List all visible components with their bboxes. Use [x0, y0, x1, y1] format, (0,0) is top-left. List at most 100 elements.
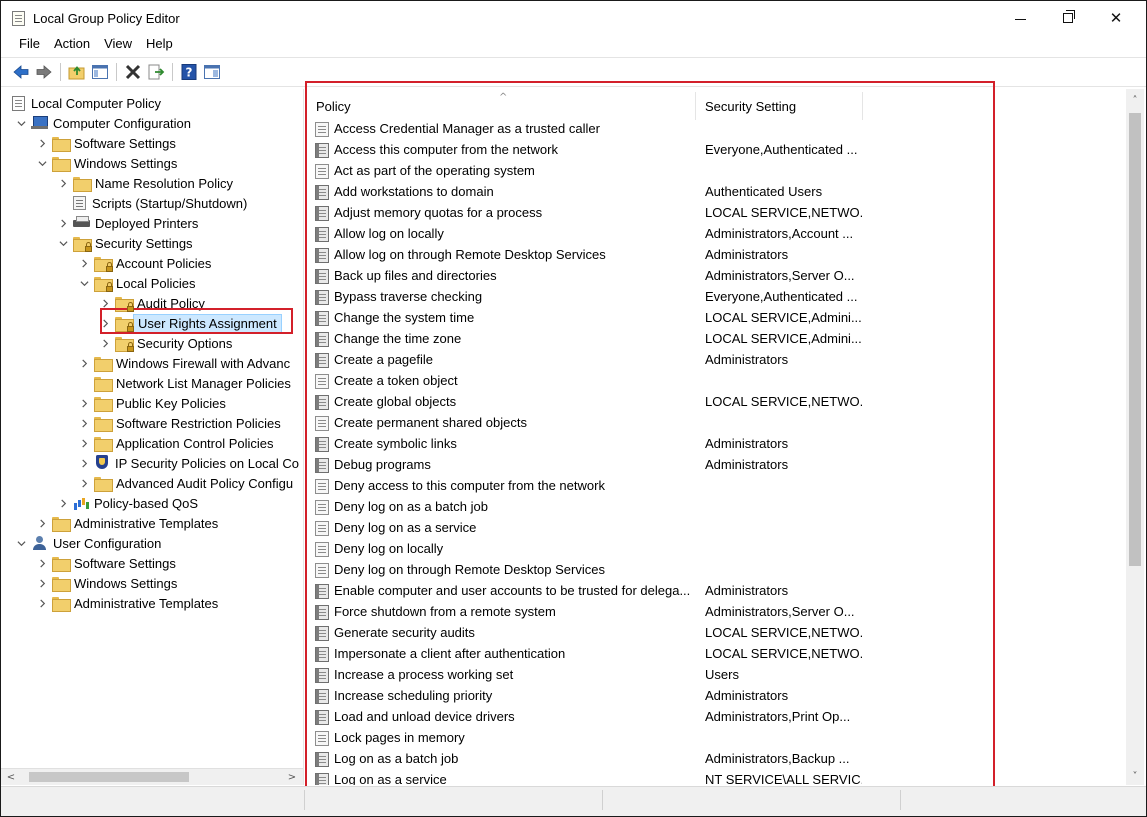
policy-row[interactable]: Allow log on through Remote Desktop Serv…	[304, 245, 1126, 266]
chevron-down-icon[interactable]	[15, 117, 27, 129]
policy-row[interactable]: Create global objects LOCAL SERVICE,NETWO…	[304, 392, 1126, 413]
chevron-right-icon[interactable]	[99, 297, 111, 309]
chevron-right-icon[interactable]	[78, 437, 90, 449]
tree-item[interactable]: Local Computer Policy	[12, 93, 161, 113]
chevron-right-icon[interactable]	[78, 477, 90, 489]
scrollbar-thumb[interactable]	[29, 772, 189, 782]
chevron-down-icon[interactable]	[78, 277, 90, 289]
policy-row[interactable]: Debug programs Administrators	[304, 455, 1126, 476]
policy-row[interactable]: Create symbolic links Administrators	[304, 434, 1126, 455]
policy-row[interactable]: Deny access to this computer from the ne…	[304, 476, 1126, 497]
column-header-policy[interactable]: Policy	[307, 92, 696, 120]
menu-help[interactable]: Help	[139, 33, 180, 55]
restore-button[interactable]	[1045, 5, 1091, 31]
policy-row[interactable]: Change the time zone LOCAL SERVICE,Admini…	[304, 329, 1126, 350]
policy-row[interactable]: Log on as a service NT SERVICE\ALL SERVIC…	[304, 770, 1126, 785]
back-button[interactable]	[11, 62, 31, 82]
policy-row[interactable]: Allow log on locally Administrators,Accou…	[304, 224, 1126, 245]
tree-item[interactable]: Advanced Audit Policy Configu	[78, 473, 293, 493]
tree-item[interactable]: Software Restriction Policies	[78, 413, 281, 433]
chevron-right-icon[interactable]	[57, 217, 69, 229]
chevron-right-icon[interactable]	[36, 597, 48, 609]
minimize-button[interactable]	[997, 5, 1043, 31]
tree-item[interactable]: Windows Firewall with Advanc	[78, 353, 290, 373]
chevron-right-icon[interactable]	[78, 357, 90, 369]
scroll-up-icon[interactable]: ˄	[1128, 93, 1142, 107]
tree-item[interactable]: Deployed Printers	[57, 213, 198, 233]
properties-pane-button[interactable]	[202, 62, 222, 82]
tree-item[interactable]: Security Options	[99, 333, 232, 353]
policy-row[interactable]: Generate security audits LOCAL SERVICE,NE…	[304, 623, 1126, 644]
chevron-right-icon[interactable]	[36, 137, 48, 149]
policy-row[interactable]: Back up files and directories Administrat…	[304, 266, 1126, 287]
chevron-down-icon[interactable]	[15, 537, 27, 549]
policy-row[interactable]: Impersonate a client after authenticatio…	[304, 644, 1126, 665]
policy-row[interactable]: Deny log on as a batch job	[304, 497, 1126, 518]
chevron-right-icon[interactable]	[78, 457, 90, 469]
policy-row[interactable]: Deny log on as a service	[304, 518, 1126, 539]
policy-row[interactable]: Create a token object	[304, 371, 1126, 392]
tree-item[interactable]: Administrative Templates	[36, 513, 218, 533]
tree-item[interactable]: Public Key Policies	[78, 393, 226, 413]
policy-row[interactable]: Access this computer from the network Eve…	[304, 140, 1126, 161]
policy-row[interactable]: Access Credential Manager as a trusted c…	[304, 119, 1126, 140]
tree-item[interactable]: Network List Manager Policies	[78, 373, 291, 393]
scroll-right-icon[interactable]: >	[285, 770, 299, 784]
policy-row[interactable]: Load and unload device drivers Administra…	[304, 707, 1126, 728]
up-one-level-button[interactable]	[67, 62, 87, 82]
chevron-down-icon[interactable]	[36, 157, 48, 169]
tree-item[interactable]: Application Control Policies	[78, 433, 274, 453]
tree-item[interactable]: User Rights Assignment	[99, 313, 282, 333]
chevron-right-icon[interactable]	[36, 577, 48, 589]
tree-horizontal-scrollbar[interactable]: < >	[1, 768, 303, 785]
tree-item[interactable]: Software Settings	[36, 553, 176, 573]
chevron-right-icon[interactable]	[78, 257, 90, 269]
tree-item[interactable]: IP Security Policies on Local Co	[78, 453, 299, 473]
scrollbar-thumb[interactable]	[1129, 113, 1141, 566]
help-button[interactable]: ?	[179, 62, 199, 82]
chevron-right-icon[interactable]	[99, 337, 111, 349]
chevron-right-icon[interactable]	[36, 557, 48, 569]
scroll-down-icon[interactable]: ˅	[1128, 769, 1142, 783]
delete-button[interactable]	[123, 62, 143, 82]
tree-item[interactable]: Security Settings	[57, 233, 193, 253]
policy-row[interactable]: Bypass traverse checking Everyone,Authent…	[304, 287, 1126, 308]
policy-row[interactable]: Deny log on through Remote Desktop Servi…	[304, 560, 1126, 581]
tree-item[interactable]: Local Policies	[78, 273, 196, 293]
column-header-security-setting[interactable]: Security Setting	[696, 92, 863, 120]
close-button[interactable]: ✕	[1093, 5, 1139, 31]
menu-view[interactable]: View	[97, 33, 139, 55]
policy-row[interactable]: Enable computer and user accounts to be …	[304, 581, 1126, 602]
tree-item[interactable]: Windows Settings	[36, 573, 177, 593]
policy-row[interactable]: Create a pagefile Administrators	[304, 350, 1126, 371]
tree-item[interactable]: Account Policies	[78, 253, 211, 273]
tree-item[interactable]: Administrative Templates	[36, 593, 218, 613]
policy-row[interactable]: Add workstations to domain Authenticated …	[304, 182, 1126, 203]
tree-item[interactable]: Software Settings	[36, 133, 176, 153]
export-list-button[interactable]	[146, 62, 166, 82]
policy-row[interactable]: Adjust memory quotas for a process LOCAL …	[304, 203, 1126, 224]
chevron-right-icon[interactable]	[78, 417, 90, 429]
policy-row[interactable]: Increase a process working set Users	[304, 665, 1126, 686]
show-hide-tree-button[interactable]	[90, 62, 110, 82]
policy-row[interactable]: Lock pages in memory	[304, 728, 1126, 749]
policy-row[interactable]: Deny log on locally	[304, 539, 1126, 560]
chevron-right-icon[interactable]	[36, 517, 48, 529]
chevron-right-icon[interactable]	[57, 497, 69, 509]
menu-file[interactable]: File	[12, 33, 47, 55]
tree-item[interactable]: Computer Configuration	[15, 113, 191, 133]
policy-row[interactable]: Log on as a batch job Administrators,Back…	[304, 749, 1126, 770]
tree-item[interactable]: User Configuration	[15, 533, 161, 553]
tree-item[interactable]: Audit Policy	[99, 293, 205, 313]
menu-action[interactable]: Action	[47, 33, 97, 55]
forward-button[interactable]	[34, 62, 54, 82]
tree-item[interactable]: Scripts (Startup/Shutdown)	[57, 193, 247, 213]
policy-row[interactable]: Force shutdown from a remote system Admin…	[304, 602, 1126, 623]
list-vertical-scrollbar[interactable]: ˄ ˅	[1126, 89, 1144, 785]
policy-row[interactable]: Change the system time LOCAL SERVICE,Admi…	[304, 308, 1126, 329]
chevron-right-icon[interactable]	[99, 317, 111, 329]
chevron-down-icon[interactable]	[57, 237, 69, 249]
scroll-left-icon[interactable]: <	[4, 770, 18, 784]
policy-row[interactable]: Create permanent shared objects	[304, 413, 1126, 434]
policy-row[interactable]: Act as part of the operating system	[304, 161, 1126, 182]
